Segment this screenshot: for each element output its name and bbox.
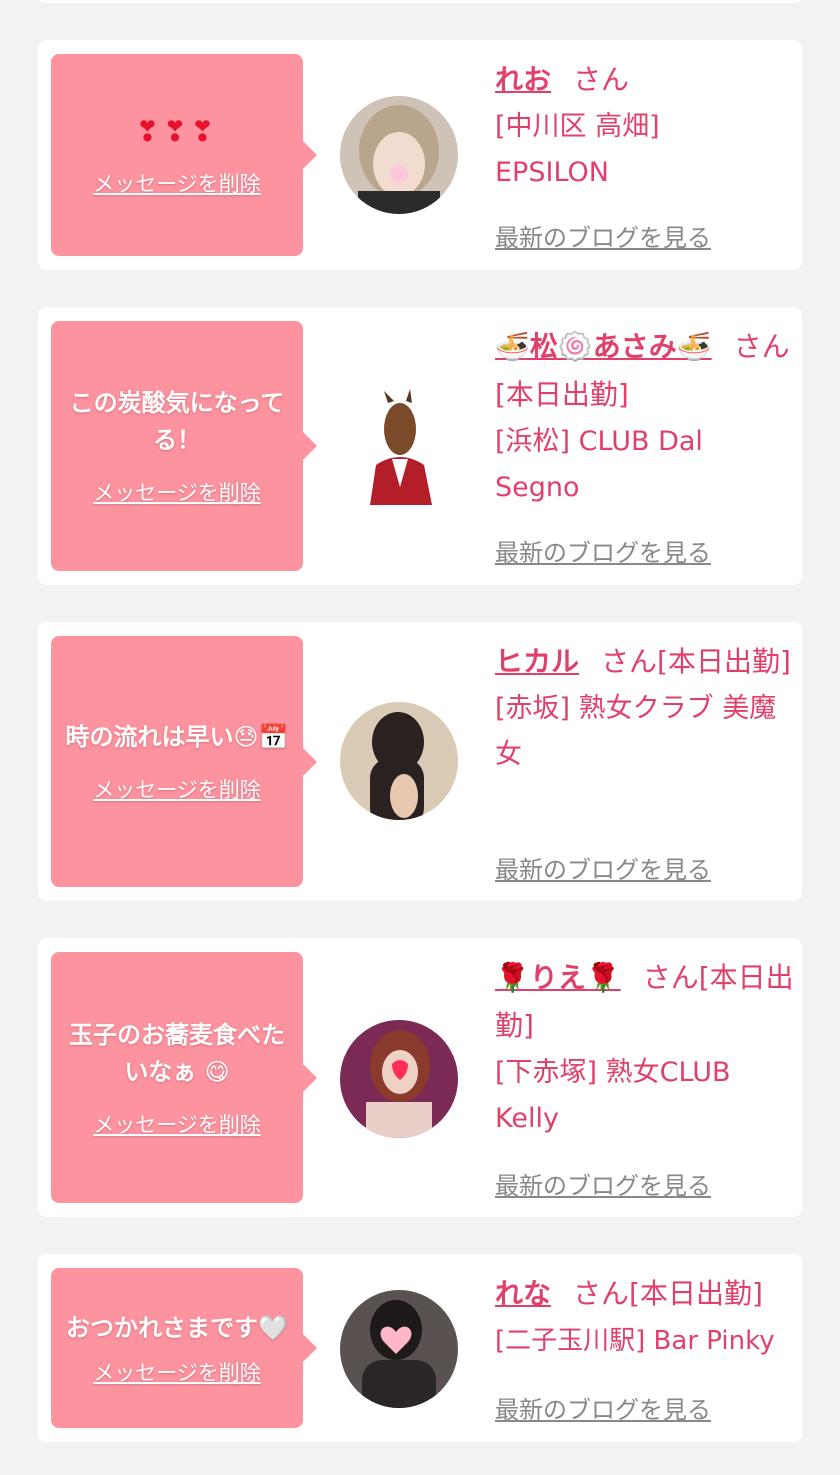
message-text: ❣❣❣	[135, 114, 219, 148]
avatar[interactable]	[340, 702, 458, 820]
cast-name-link[interactable]: れお	[495, 63, 551, 96]
favorite-card: この炭酸気になってる！ メッセージを削除 🍜松🍥あさみ🍜 さん[本日出勤] [浜松…	[38, 307, 802, 585]
favorite-card: おつかれさまです🤍 メッセージを削除 れな さん[本日出勤] [二子玉川駅] Ba…	[38, 1254, 802, 1442]
favorite-card: 玉子のお蕎麦食べたいなぁ 😋 メッセージを削除 🌹りえ🌹 さん[本日出勤] [下赤…	[38, 938, 802, 1217]
latest-blog-link[interactable]: 最新のブログを見る	[495, 850, 711, 885]
message-text: おつかれさまです🤍	[66, 1313, 288, 1342]
shop-info: [二子玉川駅] Bar Pinky	[495, 1326, 775, 1356]
cast-info: 🌹りえ🌹 さん[本日出勤] [下赤塚] 熟女CLUB Kelly	[495, 954, 795, 1142]
latest-blog-link[interactable]: 最新のブログを見る	[495, 533, 711, 568]
latest-blog-link[interactable]: 最新のブログを見る	[495, 218, 711, 253]
name-suffix: さん	[573, 63, 630, 96]
shop-info: [浜松] CLUB Dal Segno	[495, 426, 703, 503]
message-text: 時の流れは早い😓📅	[65, 723, 289, 751]
delete-message-link[interactable]: メッセージを削除	[93, 168, 261, 198]
cast-name-link[interactable]: 🌹りえ🌹	[495, 961, 621, 994]
message-bubble: おつかれさまです🤍 メッセージを削除	[51, 1268, 317, 1428]
delete-message-link[interactable]: メッセージを削除	[93, 774, 261, 804]
avatar[interactable]	[340, 1020, 458, 1138]
message-bubble: 玉子のお蕎麦食べたいなぁ 😋 メッセージを削除	[51, 952, 317, 1203]
cast-info: れな さん[本日出勤] [二子玉川駅] Bar Pinky	[495, 1270, 795, 1364]
latest-blog-link[interactable]: 最新のブログを見る	[495, 1166, 711, 1201]
name-suffix: さん[本日出勤]	[573, 1277, 763, 1310]
cast-info: ヒカル さん[本日出勤] [赤坂] 熟女クラブ 美魔女	[495, 638, 795, 778]
message-text: この炭酸気になってる！	[69, 389, 285, 454]
shop-info: [赤坂] 熟女クラブ 美魔女	[495, 693, 777, 770]
avatar[interactable]	[340, 1290, 458, 1408]
cast-name-link[interactable]: れな	[495, 1277, 551, 1310]
message-bubble: 時の流れは早い😓📅 メッセージを削除	[51, 636, 317, 887]
latest-blog-link[interactable]: 最新のブログを見る	[495, 1390, 711, 1425]
message-text: 玉子のお蕎麦食べたいなぁ 😋	[69, 1020, 285, 1086]
shop-info: [中川区 高畑] EPSILON	[495, 111, 660, 188]
avatar[interactable]	[340, 96, 458, 214]
previous-card-edge	[38, 0, 802, 3]
shop-info: [下赤塚] 熟女CLUB Kelly	[495, 1057, 731, 1134]
delete-message-link[interactable]: メッセージを削除	[93, 477, 261, 507]
cast-info: 🍜松🍥あさみ🍜 さん[本日出勤] [浜松] CLUB Dal Segno	[495, 323, 795, 511]
cast-name-link[interactable]: ヒカル	[495, 645, 579, 678]
name-suffix: さん[本日出勤]	[601, 645, 791, 678]
favorite-card: 時の流れは早い😓📅 メッセージを削除 ヒカル さん[本日出勤] [赤坂] 熟女クラ…	[38, 622, 802, 901]
avatar[interactable]	[340, 387, 458, 505]
message-bubble: この炭酸気になってる！ メッセージを削除	[51, 321, 317, 571]
cast-info: れお さん [中川区 高畑] EPSILON	[495, 56, 795, 196]
cast-name-link[interactable]: 🍜松🍥あさみ🍜	[495, 330, 712, 363]
delete-message-link[interactable]: メッセージを削除	[93, 1357, 261, 1387]
delete-message-link[interactable]: メッセージを削除	[93, 1109, 261, 1139]
message-bubble: ❣❣❣ メッセージを削除	[51, 54, 317, 256]
favorite-card: ❣❣❣ メッセージを削除 れお さん [中川区 高畑] EPSILON 最新のブロ…	[38, 40, 802, 270]
